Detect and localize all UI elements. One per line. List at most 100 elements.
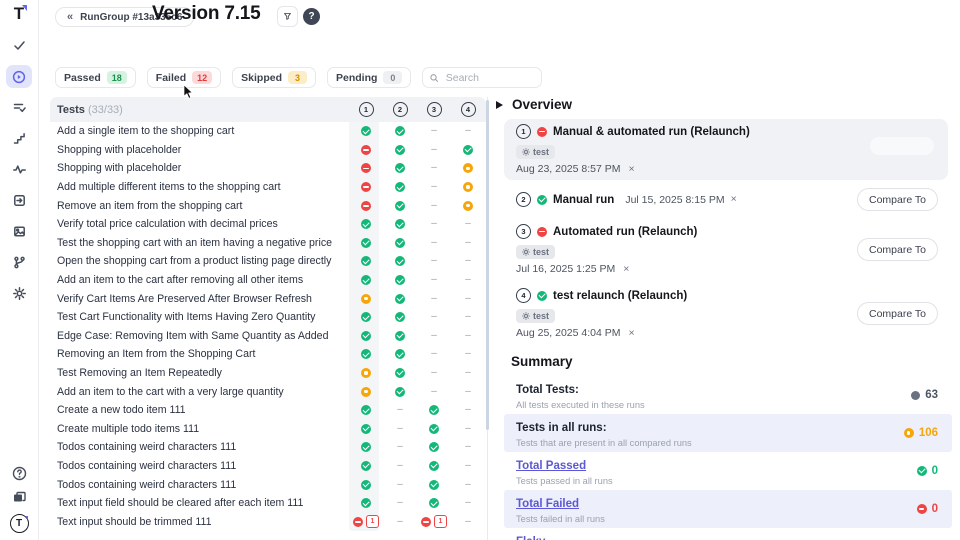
test-row[interactable]: Todos containing weird characters 111–– xyxy=(50,475,486,494)
run-item[interactable]: 1Manual & automated run (Relaunch)test A… xyxy=(504,119,948,180)
account-avatar[interactable]: T xyxy=(10,514,29,533)
failed-icon xyxy=(361,182,371,192)
remove-run-icon[interactable]: × xyxy=(629,328,635,339)
run-date: Jul 16, 2025 1:25 PM× xyxy=(516,263,697,275)
test-row[interactable]: Todos containing weird characters 111–– xyxy=(50,457,486,476)
summary-text: Total Tests: All tests executed in these… xyxy=(516,380,645,410)
summary-row: Tests in all runs: Tests that are presen… xyxy=(504,414,952,452)
filter-chip-failed[interactable]: Failed 12 xyxy=(147,67,221,88)
status-cell: – xyxy=(383,480,417,490)
test-row[interactable]: Verify total price calculation with deci… xyxy=(50,215,486,234)
filter-chip-pending[interactable]: Pending 0 xyxy=(327,67,411,88)
skipped-icon xyxy=(463,163,473,173)
test-row[interactable]: Shopping with placeholder– xyxy=(50,159,486,178)
compare-to-button[interactable]: Compare To xyxy=(857,302,938,325)
passed-icon xyxy=(361,331,371,341)
summary-link[interactable]: Flaky xyxy=(516,536,545,540)
failed-icon xyxy=(537,127,547,137)
help-button[interactable]: ? xyxy=(303,8,320,25)
chip-count-badge: 0 xyxy=(383,71,402,84)
skipped-icon xyxy=(463,182,473,192)
collapse-panel-icon[interactable] xyxy=(496,101,503,109)
test-name: Verify total price calculation with deci… xyxy=(57,218,349,230)
compare-to-button[interactable]: Compare To xyxy=(857,238,938,261)
test-row[interactable]: Test the shopping cart with an item havi… xyxy=(50,234,486,253)
summary-count: 0 xyxy=(932,465,938,477)
status-cell: – xyxy=(383,442,417,452)
summary-link[interactable]: Total Passed xyxy=(516,460,586,472)
sidebar-item-gallery[interactable] xyxy=(6,220,32,243)
test-row[interactable]: Test Cart Functionality with Items Havin… xyxy=(50,308,486,327)
run-name: Automated run (Relaunch) xyxy=(553,226,697,238)
compare-to-button[interactable]: Compare To xyxy=(857,188,938,211)
test-name: Add an item to the cart after removing a… xyxy=(57,274,349,286)
status-cell xyxy=(349,349,383,359)
test-row[interactable]: Create a new todo item 111–– xyxy=(50,401,486,420)
status-cell: – xyxy=(451,275,485,285)
test-row[interactable]: Open the shopping cart from a product li… xyxy=(50,252,486,271)
status-cell: – xyxy=(383,498,417,508)
passed-icon xyxy=(395,349,405,359)
tests-header-title: Tests (33/33) xyxy=(57,104,349,116)
summary-link[interactable]: Total Failed xyxy=(516,498,579,510)
status-cell xyxy=(349,238,383,248)
test-row[interactable]: Text input field should be cleared after… xyxy=(50,494,486,513)
run-column-4[interactable]: 4 xyxy=(451,102,485,117)
test-row[interactable]: Shopping with placeholder– xyxy=(50,141,486,160)
remove-run-icon[interactable]: × xyxy=(731,194,737,205)
test-row[interactable]: Text input should be trimmed 1111–1– xyxy=(50,512,486,531)
test-row[interactable]: Verify Cart Items Are Preserved After Br… xyxy=(50,289,486,308)
comment-badge[interactable]: 1 xyxy=(366,515,379,528)
filter-chip-skipped[interactable]: Skipped 3 xyxy=(232,67,316,88)
sidebar-item-test-plans[interactable] xyxy=(6,96,32,119)
run-item[interactable]: 3Automated run (Relaunch)test Jul 16, 20… xyxy=(504,219,948,280)
chip-count-badge: 3 xyxy=(288,71,307,84)
test-row[interactable]: Remove an item from the shopping cart– xyxy=(50,196,486,215)
sidebar-item-steps[interactable] xyxy=(6,127,32,150)
test-row[interactable]: Add an item to the cart with a very larg… xyxy=(50,382,486,401)
status-cell: – xyxy=(451,424,485,434)
help-circle-icon[interactable] xyxy=(12,466,27,481)
remove-run-icon[interactable]: × xyxy=(623,264,629,275)
status-cell xyxy=(349,294,383,304)
passed-icon xyxy=(395,238,405,248)
sidebar-item-runs[interactable] xyxy=(6,65,32,88)
test-name: Test Cart Functionality with Items Havin… xyxy=(57,311,349,323)
test-row[interactable]: Edge Case: Removing Item with Same Quant… xyxy=(50,327,486,346)
skipped-icon xyxy=(361,387,371,397)
tests-table-header: Tests (33/33) 1 2 3 4 xyxy=(50,97,486,122)
sidebar-item-tests[interactable] xyxy=(6,34,32,57)
passed-icon xyxy=(395,331,405,341)
test-row[interactable]: Todos containing weird characters 111–– xyxy=(50,438,486,457)
scrollbar-thumb[interactable] xyxy=(486,100,489,430)
run-column-3[interactable]: 3 xyxy=(417,102,451,117)
projects-icon[interactable] xyxy=(12,490,27,505)
test-row[interactable]: Removing an Item from the Shopping Cart–… xyxy=(50,345,486,364)
test-row[interactable]: Test Removing an Item Repeatedly–– xyxy=(50,364,486,383)
status-cell xyxy=(417,405,451,415)
passed-icon xyxy=(361,498,371,508)
test-row[interactable]: Create multiple todo items 111–– xyxy=(50,420,486,439)
run-column-1[interactable]: 1 xyxy=(349,102,383,117)
no-run-dash: – xyxy=(397,461,403,471)
test-row[interactable]: Add multiple different items to the shop… xyxy=(50,178,486,197)
run-item[interactable]: 2Manual runJul 15, 2025 8:15 PM×Compare … xyxy=(504,183,948,216)
sidebar-item-import[interactable] xyxy=(6,189,32,212)
test-row[interactable]: Add a single item to the shopping cart–– xyxy=(50,122,486,141)
app-logo[interactable]: T xyxy=(14,5,24,22)
run-column-2[interactable]: 2 xyxy=(383,102,417,117)
filter-button[interactable] xyxy=(277,6,298,27)
status-cell xyxy=(383,349,417,359)
comment-badge[interactable]: 1 xyxy=(434,515,447,528)
filter-chip-passed[interactable]: Passed 18 xyxy=(55,67,136,88)
status-cell xyxy=(383,219,417,229)
search-box[interactable] xyxy=(422,67,542,88)
search-input[interactable] xyxy=(444,71,535,85)
test-row[interactable]: Add an item to the cart after removing a… xyxy=(50,271,486,290)
passed-icon xyxy=(361,219,371,229)
sidebar-item-branches[interactable] xyxy=(6,251,32,274)
run-item[interactable]: 4test relaunch (Relaunch)test Aug 25, 20… xyxy=(504,283,948,344)
sidebar-item-analytics[interactable] xyxy=(6,158,32,181)
sidebar-item-settings[interactable] xyxy=(6,282,32,305)
remove-run-icon[interactable]: × xyxy=(629,164,635,175)
